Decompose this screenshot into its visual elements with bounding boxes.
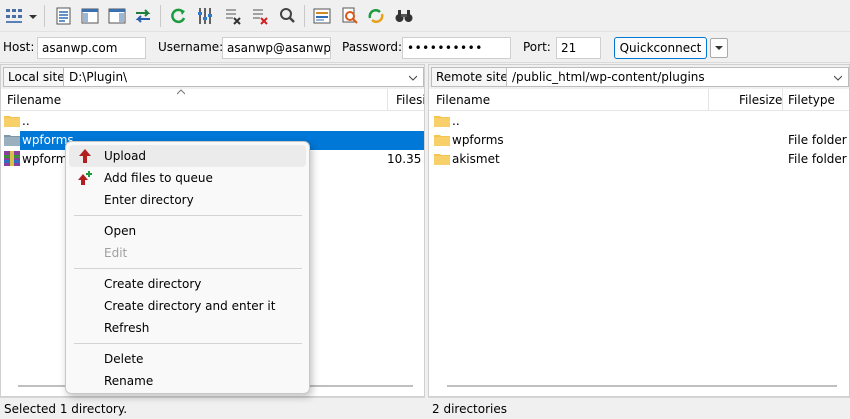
folder-icon <box>4 116 20 127</box>
folder-icon <box>434 135 450 146</box>
remote-status: 2 directories <box>428 397 850 419</box>
menu-separator <box>74 343 302 344</box>
remote-row-akismet[interactable]: akismet File folder <box>429 150 849 169</box>
dropdown-arrow-icon[interactable] <box>28 6 38 26</box>
local-status: Selected 1 directory. <box>0 397 425 419</box>
toolbar-separator <box>304 5 305 27</box>
remote-row-name: .. <box>452 114 460 128</box>
menu-item-create-directory[interactable]: Create directory <box>69 273 306 295</box>
menu-item-label: Enter directory <box>104 193 194 207</box>
password-label: Password: <box>342 40 403 54</box>
remote-path-input[interactable]: /public_html/wp-content/plugins <box>506 67 849 87</box>
local-col-filesize[interactable]: Filesi <box>396 93 424 107</box>
menu-item-upload[interactable]: Upload <box>69 145 306 167</box>
menu-item-rename[interactable]: Rename <box>69 370 306 392</box>
menu-item-edit: Edit <box>69 242 306 264</box>
message-log-icon[interactable] <box>54 6 74 26</box>
refresh-icon[interactable] <box>168 6 188 26</box>
local-path-input[interactable]: D:\Plugin\ <box>63 67 424 87</box>
remote-row-name: akismet <box>452 152 500 166</box>
quickconnect-button[interactable]: Quickconnect <box>614 37 707 59</box>
remote-row-parent[interactable]: .. <box>429 112 849 131</box>
menu-item-label: Create directory and enter it <box>104 299 276 313</box>
menu-separator <box>74 215 302 216</box>
local-column-header: Filename Filesi <box>1 89 424 111</box>
remote-path-text: /public_html/wp-content/plugins <box>512 70 705 84</box>
menu-item-enter-directory[interactable]: Enter directory <box>69 189 306 211</box>
archive-file-icon <box>4 151 20 166</box>
remote-row-wpforms[interactable]: wpforms File folder <box>429 131 849 150</box>
find-files-icon[interactable] <box>394 6 414 26</box>
transfer-queue-icon[interactable] <box>133 6 153 26</box>
remote-column-header: Filename Filesize Filetype <box>429 89 849 111</box>
reconnect-icon[interactable] <box>277 6 297 26</box>
host-label: Host: <box>3 40 35 54</box>
menu-item-open[interactable]: Open <box>69 220 306 242</box>
local-row-parent[interactable]: .. <box>1 112 424 131</box>
menu-item-label: Upload <box>104 149 147 163</box>
cancel-icon[interactable] <box>223 6 243 26</box>
quickconnect-history-button[interactable] <box>710 38 728 58</box>
process-queue-icon[interactable] <box>196 6 216 26</box>
chevron-down-icon[interactable] <box>834 74 842 82</box>
remote-pane: Remote site: /public_html/wp-content/plu… <box>428 64 850 397</box>
site-manager-icon[interactable] <box>4 6 24 26</box>
remote-horizontal-scrollbar[interactable] <box>447 385 837 387</box>
toggle-sync-icon[interactable] <box>340 6 360 26</box>
upload-arrow-icon <box>79 149 91 163</box>
menu-item-label: Rename <box>104 374 154 388</box>
remote-col-filesize[interactable]: Filesize <box>739 93 782 107</box>
local-row-name: wpform <box>22 152 68 166</box>
username-label: Username: <box>158 40 224 54</box>
folder-icon <box>434 116 450 127</box>
local-path-text: D:\Plugin\ <box>69 70 128 84</box>
remote-row-type: File folder <box>788 152 847 166</box>
menu-separator <box>74 268 302 269</box>
context-menu: Upload Add files to queue Enter director… <box>65 141 310 394</box>
toolbar-separator <box>160 5 161 27</box>
password-input[interactable]: •••••••••• <box>402 37 511 59</box>
menu-item-add-to-queue[interactable]: Add files to queue <box>69 167 306 189</box>
remote-row-name: wpforms <box>452 133 504 147</box>
main-toolbar <box>0 0 850 32</box>
menu-item-label: Create directory <box>104 277 202 291</box>
remote-row-type: File folder <box>788 133 847 147</box>
sort-asc-icon <box>177 89 185 95</box>
folder-icon <box>434 154 450 165</box>
menu-item-label: Edit <box>104 246 128 260</box>
menu-item-create-and-enter[interactable]: Create directory and enter it <box>69 295 306 317</box>
local-site-bar: Local site: D:\Plugin\ <box>1 65 424 89</box>
filter-icon[interactable] <box>312 6 332 26</box>
host-input[interactable]: asanwp.com <box>37 37 146 59</box>
username-input[interactable]: asanwp@asanwp.c <box>222 37 331 59</box>
menu-item-label: Delete <box>104 352 144 366</box>
port-label: Port: <box>523 40 551 54</box>
chevron-down-icon[interactable] <box>409 74 417 82</box>
remote-site-bar: Remote site: /public_html/wp-content/plu… <box>429 65 849 89</box>
local-col-filename[interactable]: Filename <box>7 93 61 107</box>
column-divider[interactable] <box>708 89 709 111</box>
menu-item-delete[interactable]: Delete <box>69 348 306 370</box>
local-tree-icon[interactable] <box>80 6 100 26</box>
folder-icon <box>4 135 20 146</box>
remote-col-filename[interactable]: Filename <box>436 93 490 107</box>
search-icon[interactable] <box>366 6 386 26</box>
remote-tree-icon[interactable] <box>107 6 127 26</box>
quickconnect-bar: Host: asanwp.com Username: asanwp@asanwp… <box>0 32 850 63</box>
menu-item-label: Add files to queue <box>104 171 213 185</box>
menu-item-refresh[interactable]: Refresh <box>69 317 306 339</box>
port-input[interactable]: 21 <box>556 37 601 59</box>
remote-col-filetype[interactable]: Filetype <box>788 93 835 107</box>
menu-item-label: Refresh <box>104 321 150 335</box>
local-row-size: 10.35 M <box>387 152 424 166</box>
menu-item-label: Open <box>104 224 137 238</box>
remote-site-label: Remote site: <box>431 67 517 87</box>
disconnect-icon[interactable] <box>250 6 270 26</box>
column-divider[interactable] <box>782 89 783 111</box>
toolbar-separator <box>44 5 45 27</box>
chevron-down-icon <box>715 46 723 50</box>
local-row-name: .. <box>22 114 30 128</box>
column-divider[interactable] <box>387 89 388 111</box>
add-to-queue-icon <box>78 171 92 185</box>
